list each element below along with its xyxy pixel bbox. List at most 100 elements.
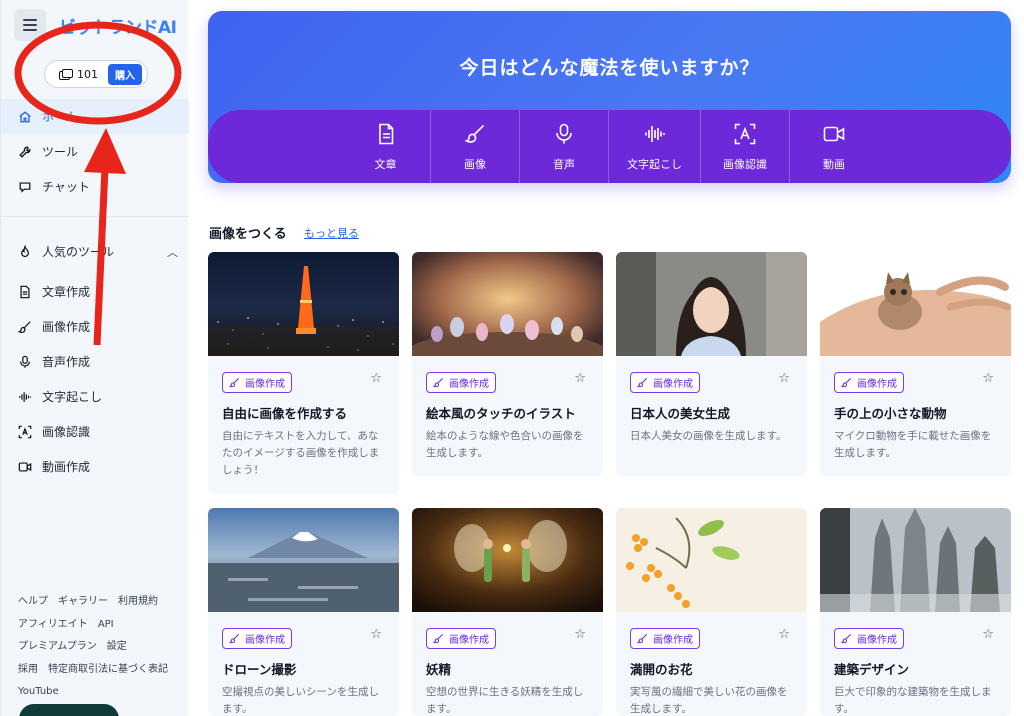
card-image-fairies	[412, 508, 603, 612]
hero-tool-transcribe[interactable]: 文字起こし	[608, 110, 700, 183]
favorite-star-icon[interactable]: ☆	[982, 627, 994, 642]
wrench-icon	[18, 145, 32, 159]
card-japanese-portrait[interactable]: 画像作成 ☆ 日本人の美女生成 日本人美女の画像を生成します。	[616, 252, 807, 476]
card-title: 手の上の小さな動物	[834, 406, 947, 421]
favorite-star-icon[interactable]: ☆	[574, 627, 586, 642]
brand-logo[interactable]: ビットランドAI	[59, 13, 177, 38]
card-full-bloom[interactable]: 画像作成 ☆ 満開のお花 実写風の繊細で美しい花の画像を生成します。	[616, 508, 807, 716]
card-fairy[interactable]: 画像作成 ☆ 妖精 空想の世界に生きる妖精を生成します。	[412, 508, 603, 716]
footer-links: ヘルプ ギャラリー 利用規約 アフィリエイト API プレミアムプラン 設定 採用 特定商…	[18, 591, 183, 704]
card-body: 画像作成 ☆ 自由に画像を作成する 自由にテキストを入力して、あなたのイメージす…	[208, 356, 399, 479]
document-icon	[18, 285, 32, 299]
menu-button[interactable]	[14, 9, 46, 41]
tag-label: 画像作成	[449, 635, 489, 646]
nav-label: ホーム	[42, 110, 78, 124]
hero-tool-text[interactable]: 文章	[341, 110, 430, 183]
popular-item-label: 画像作成	[42, 320, 91, 334]
tag-label: 画像作成	[449, 379, 489, 390]
popular-item-text[interactable]: 文章作成	[1, 274, 189, 309]
waveform-icon	[18, 390, 32, 404]
brush-icon	[433, 634, 443, 644]
popular-item-label: 文章作成	[42, 285, 91, 299]
favorite-star-icon[interactable]: ☆	[778, 371, 790, 386]
popular-item-label: 画像認識	[42, 425, 91, 439]
brush-icon	[229, 634, 239, 644]
nav-item-home[interactable]: ホーム	[1, 99, 189, 134]
brush-icon	[18, 320, 32, 334]
hero-tool-voice[interactable]: 音声	[519, 110, 608, 183]
hero-tool-recognition[interactable]: 画像認識	[700, 110, 789, 183]
category-tag: 画像作成	[222, 372, 292, 393]
card-free-image[interactable]: 画像作成 ☆ 自由に画像を作成する 自由にテキストを入力して、あなたのイメージす…	[208, 252, 399, 494]
footer-link-gallery[interactable]: ギャラリー	[58, 596, 108, 607]
hero-tool-video[interactable]: 動画	[789, 110, 878, 183]
card-body: 画像作成 ☆ 絵本風のタッチのイラスト 絵本のような線や色合いの画像を生成します…	[412, 356, 603, 462]
tag-label: 画像作成	[245, 379, 285, 390]
card-description: 自由にテキストを入力して、あなたのイメージする画像を作成しましょう！	[222, 430, 380, 476]
microphone-icon	[556, 123, 572, 143]
category-tag: 画像作成	[630, 628, 700, 649]
nav-label: ツール	[42, 145, 79, 159]
popular-item-video[interactable]: 動画作成	[1, 449, 189, 484]
card-image-architecture	[820, 508, 1011, 612]
popular-item-recognition[interactable]: 画像認識	[1, 414, 189, 449]
card-title: 妖精	[426, 662, 452, 677]
hero-tool-label: 画像認識	[723, 157, 767, 171]
card-image-mount-fuji	[208, 508, 399, 612]
footer-link-careers[interactable]: 採用	[18, 664, 38, 675]
bottom-action-button[interactable]	[19, 704, 119, 716]
popular-tools-toggle[interactable]: 人気のツール ︿	[18, 243, 178, 260]
card-title: 日本人の美女生成	[630, 406, 731, 421]
footer-link-youtube[interactable]: YouTube	[18, 686, 59, 697]
card-picture-book[interactable]: 画像作成 ☆ 絵本風のタッチのイラスト 絵本のような線や色合いの画像を生成します…	[412, 252, 603, 476]
nav-label: チャット	[42, 180, 90, 194]
hero-tool-image[interactable]: 画像	[430, 110, 519, 183]
category-tag: 画像作成	[222, 628, 292, 649]
favorite-star-icon[interactable]: ☆	[574, 371, 586, 386]
footer-link-affiliate[interactable]: アフィリエイト	[18, 619, 88, 630]
popular-tools-list: 文章作成 画像作成 音声作成 文字起こし 画像認識 動画作成	[1, 274, 189, 484]
tag-label: 画像作成	[653, 379, 693, 390]
card-title: ドローン撮影	[222, 662, 297, 677]
popular-item-label: 文字起こし	[42, 390, 103, 404]
footer-link-terms[interactable]: 利用規約	[118, 596, 158, 607]
tag-label: 画像作成	[857, 379, 897, 390]
card-architecture[interactable]: 画像作成 ☆ 建築デザイン 巨大で印象的な建築物を生成します。	[820, 508, 1011, 716]
favorite-star-icon[interactable]: ☆	[370, 371, 382, 386]
nav-item-tools[interactable]: ツール	[1, 134, 189, 169]
card-body: 画像作成 ☆ 妖精 空想の世界に生きる妖精を生成します。	[412, 612, 603, 716]
video-icon	[823, 126, 845, 141]
footer-link-legal[interactable]: 特定商取引法に基づく表記	[48, 664, 168, 675]
see-more-link[interactable]: もっと見る	[304, 225, 359, 241]
footer-link-premium[interactable]: プレミアムプラン	[18, 641, 97, 652]
card-description: 絵本のような線や色合いの画像を生成します。	[426, 430, 584, 459]
card-body: 画像作成 ☆ 満開のお花 実写風の繊細で美しい花の画像を生成します。	[616, 612, 807, 716]
card-description: 空撮視点の美しいシーンを生成します。	[222, 686, 379, 715]
card-title: 建築デザイン	[834, 662, 910, 677]
card-drone-shot[interactable]: 画像作成 ☆ ドローン撮影 空撮視点の美しいシーンを生成します。	[208, 508, 399, 716]
favorite-star-icon[interactable]: ☆	[370, 627, 382, 642]
nav-item-chat[interactable]: チャット	[1, 169, 189, 204]
brush-icon	[433, 378, 443, 388]
card-image-portrait	[616, 252, 807, 356]
footer-link-help[interactable]: ヘルプ	[18, 596, 48, 607]
footer-link-api[interactable]: API	[98, 619, 114, 630]
footer-link-settings[interactable]: 設定	[107, 641, 127, 652]
card-description: 実写風の繊細で美しい花の画像を生成します。	[630, 686, 788, 715]
brush-icon	[637, 634, 647, 644]
hero-tool-label: 文章	[374, 157, 397, 171]
category-tag: 画像作成	[630, 372, 700, 393]
category-tag: 画像作成	[426, 628, 496, 649]
favorite-star-icon[interactable]: ☆	[982, 371, 994, 386]
card-tiny-animal[interactable]: 画像作成 ☆ 手の上の小さな動物 マイクロ動物を手に載せた画像を生成します。	[820, 252, 1011, 476]
document-icon	[378, 123, 393, 144]
home-icon	[18, 110, 32, 124]
popular-item-transcribe[interactable]: 文字起こし	[1, 379, 189, 414]
card-description: 巨大で印象的な建築物を生成します。	[834, 686, 992, 715]
category-tag: 画像作成	[426, 372, 496, 393]
favorite-star-icon[interactable]: ☆	[778, 627, 790, 642]
card-body: 画像作成 ☆ 建築デザイン 巨大で印象的な建築物を生成します。	[820, 612, 1011, 716]
popular-item-image[interactable]: 画像作成	[1, 309, 189, 344]
buy-credits-button[interactable]: 購入	[108, 63, 142, 85]
popular-item-voice[interactable]: 音声作成	[1, 344, 189, 379]
